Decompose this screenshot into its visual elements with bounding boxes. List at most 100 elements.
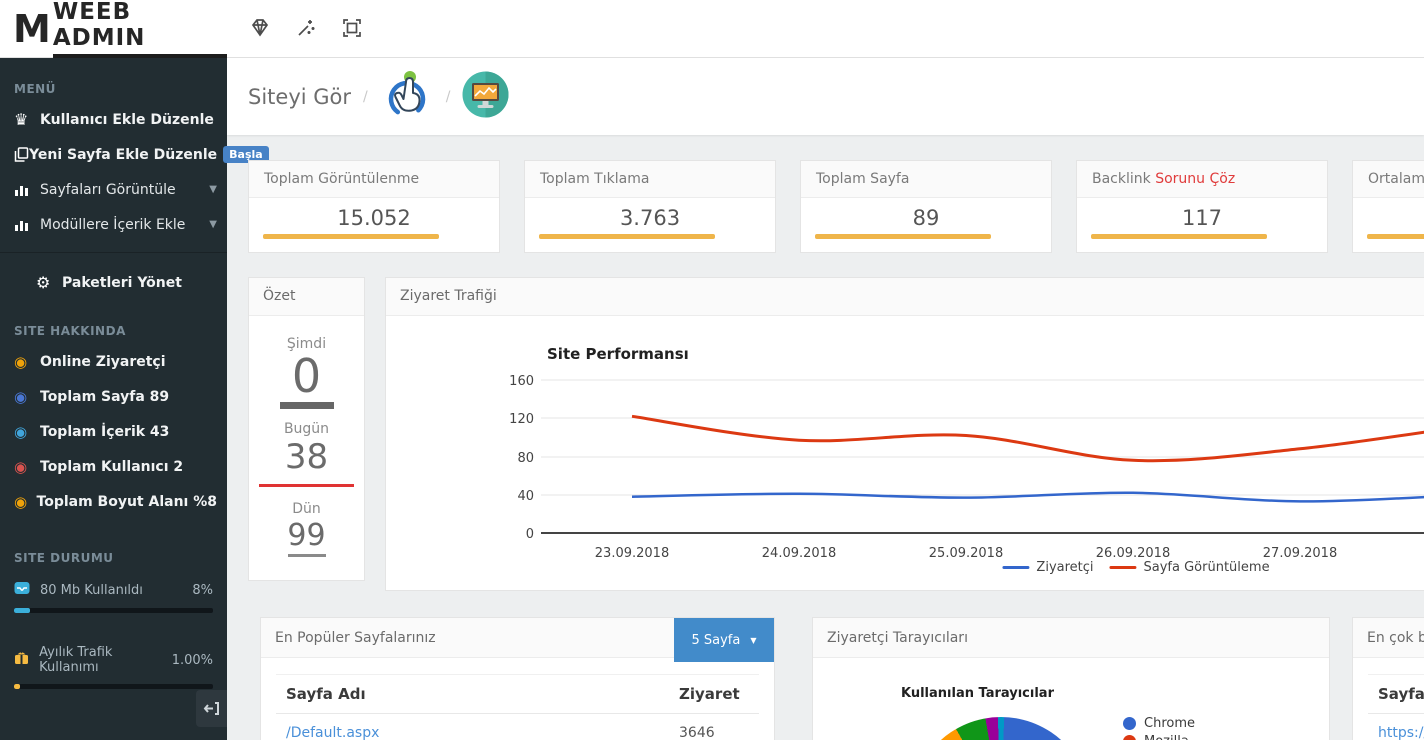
legend-dot — [1123, 735, 1136, 740]
summary-panel-title: Özet — [249, 278, 364, 316]
popular-pages-panel: En Popüler Sayfalarınız 5 Sayfa ▼ Sayfa … — [260, 617, 775, 740]
sidebar-item-online-ziyaretci[interactable]: ◉ Online Ziyaretçi — [0, 344, 227, 379]
traffic-usage-label: Ayılık Trafik Kullanımı — [39, 645, 113, 675]
fullscreen-icon[interactable] — [341, 17, 365, 41]
legend-swatch — [1109, 566, 1137, 569]
breadcrumb: Siteyi Gör / / — [227, 58, 1424, 135]
main-content: Siteyi Gör / / Toplam Görüntülenme 15.05… — [227, 58, 1424, 740]
sidebar-item-yeni-sayfa[interactable]: Yeni Sayfa Ekle Düzenle Başla — [0, 137, 269, 172]
yesterday-value: 99 — [287, 517, 326, 553]
app-root: M WEEB ADMIN MENÜ ♛ Kullanıcı Ekle Düzen… — [0, 0, 1424, 740]
stat-card-backlink: Backlink Sorunu Çöz 117 — [1076, 160, 1328, 253]
links-panel-title: En çok bağ — [1353, 618, 1424, 658]
traffic-usage-value: 1.00% — [171, 652, 213, 668]
hand-click-icon[interactable] — [380, 68, 434, 126]
page-link[interactable]: /Default.aspx — [286, 725, 679, 740]
chevron-down-icon: ▼ — [209, 219, 217, 230]
summary-panel: Özet Şimdi 0 Bugün 38 Dün 99 — [248, 277, 365, 581]
sidebar-item-paketleri-yonet[interactable]: ⚙ Paketleri Yönet — [0, 265, 227, 300]
y-tick: 160 — [509, 374, 534, 389]
sidebar: MENÜ ♛ Kullanıcı Ekle Düzenle Yeni Sayfa… — [0, 58, 269, 740]
y-tick: 40 — [517, 489, 534, 504]
traffic-panel-title: Ziyaret Trafiği — [386, 278, 1424, 316]
page-title: Siteyi Gör — [248, 84, 352, 109]
traffic-usage-block: Ayılık Trafik Kullanımı 1.00% — [0, 635, 227, 689]
table-row: https://w — [1368, 714, 1424, 740]
circle-dot-icon: ◉ — [14, 387, 28, 406]
sidebar-section-site-hakkinda: SITE HAKKINDA — [14, 324, 126, 338]
x-tick: 24.09.2018 — [762, 546, 836, 561]
logo: M WEEB ADMIN — [0, 0, 227, 58]
sidebar-item-toplam-boyut[interactable]: ◉ Toplam Boyut Alanı %8 — [0, 484, 227, 519]
stat-value — [1353, 206, 1424, 232]
traffic-panel: Ziyaret Trafiği Site Performansı 160 120… — [385, 277, 1424, 591]
legend-swatch — [1002, 566, 1030, 569]
stat-card-goruntulenme: Toplam Görüntülenme 15.052 — [248, 160, 500, 253]
y-tick: 80 — [517, 451, 534, 466]
x-tick: 23.09.2018 — [595, 546, 669, 561]
stat-underline-bar — [815, 234, 991, 239]
sidebar-item-toplam-kullanici[interactable]: ◉ Toplam Kullanıcı 2 — [0, 449, 227, 484]
stat-underline-bar — [1091, 234, 1267, 239]
legend-dot — [1123, 717, 1136, 730]
x-tick: 25.09.2018 — [929, 546, 1003, 561]
column-sayfa-ad: Sayfa Ad — [1378, 685, 1424, 703]
legend-label: Mozilla — [1144, 734, 1189, 740]
browsers-pie-chart — [911, 717, 1091, 740]
circle-dot-icon: ◉ — [14, 492, 28, 511]
chevron-down-icon: ▼ — [209, 184, 217, 195]
browsers-panel-title: Ziyaretçi Tarayıcıları — [813, 618, 1329, 658]
disk-usage-label: 80 Mb Kullanıldı — [40, 582, 143, 598]
bar-chart-icon — [14, 218, 40, 232]
logo-m-icon: M — [13, 6, 51, 51]
stat-card-ortalama: Ortalama — [1352, 160, 1424, 253]
now-underline — [279, 402, 334, 410]
browsers-panel: Ziyaretçi Tarayıcıları Kullanılan Tarayı… — [812, 617, 1330, 740]
stat-underline-bar — [539, 234, 715, 239]
sidebar-item-kullanici-ekle[interactable]: ♛ Kullanıcı Ekle Düzenle — [0, 102, 227, 137]
today-underline — [259, 483, 354, 487]
top-links-panel: En çok bağ Sayfa Ad https://w — [1352, 617, 1424, 740]
x-tick: 27.09.2018 — [1263, 546, 1337, 561]
page-count-dropdown[interactable]: 5 Sayfa ▼ — [674, 618, 774, 662]
circle-dot-icon: ◉ — [14, 352, 28, 371]
sidebar-item-modullere-icerik[interactable]: Modüllere İçerik Ekle ▼ — [0, 207, 227, 242]
gem-icon[interactable] — [249, 17, 273, 41]
x-tick: 26.09.2018 — [1096, 546, 1170, 561]
ziyaretci-line — [631, 491, 1424, 503]
gear-icon: ⚙ — [36, 273, 51, 292]
monitor-stats-icon[interactable] — [462, 71, 509, 122]
external-link[interactable]: https://w — [1378, 725, 1424, 740]
today-label: Bugün — [283, 421, 330, 438]
stat-value: 3.763 — [619, 206, 681, 230]
disk-usage-block: 80 Mb Kullanıldı 8% — [0, 571, 227, 613]
stat-value: 117 — [1181, 206, 1223, 230]
chart-title: Site Performansı — [547, 345, 689, 363]
line-chart: Site Performansı 160 120 80 40 0 23.09.2… — [386, 316, 1424, 592]
disk-usage-value: 8% — [192, 582, 213, 598]
sidebar-item-toplam-icerik[interactable]: ◉ Toplam İçerik 43 — [0, 414, 227, 449]
column-ziyaret: Ziyaret — [679, 685, 740, 703]
magic-wand-icon[interactable] — [295, 17, 319, 41]
sidebar-item-toplam-sayfa[interactable]: ◉ Toplam Sayfa 89 — [0, 379, 227, 414]
column-sayfa-adi: Sayfa Adı — [286, 685, 366, 703]
gift-icon — [14, 651, 39, 669]
stat-card-tiklama: Toplam Tıklama 3.763 — [524, 160, 776, 253]
logout-icon — [203, 702, 219, 715]
backlink-alert-link[interactable]: Sorunu Çöz — [1155, 171, 1235, 187]
circle-dot-icon: ◉ — [14, 422, 28, 441]
table-row: /Default.aspx 3646 — [276, 714, 759, 740]
sidebar-item-sayfalari-goruntule[interactable]: Sayfaları Görüntüle ▼ — [0, 172, 227, 207]
y-tick: 0 — [526, 527, 534, 542]
stat-value: 15.052 — [337, 206, 411, 230]
collapse-sidebar-button[interactable] — [196, 690, 227, 727]
top-header: M WEEB ADMIN — [0, 0, 1424, 58]
sidebar-section-site-durumu: SITE DURUMU — [14, 551, 114, 565]
stat-value: 89 — [912, 206, 940, 230]
bar-chart-icon — [14, 183, 40, 197]
now-value: 0 — [291, 349, 322, 403]
brand-title: WEEB ADMIN — [52, 0, 227, 58]
traffic-usage-progressbar — [14, 684, 213, 689]
disk-usage-progressbar — [14, 608, 213, 613]
pie-chart-title: Kullanılan Tarayıcılar — [901, 686, 1054, 701]
